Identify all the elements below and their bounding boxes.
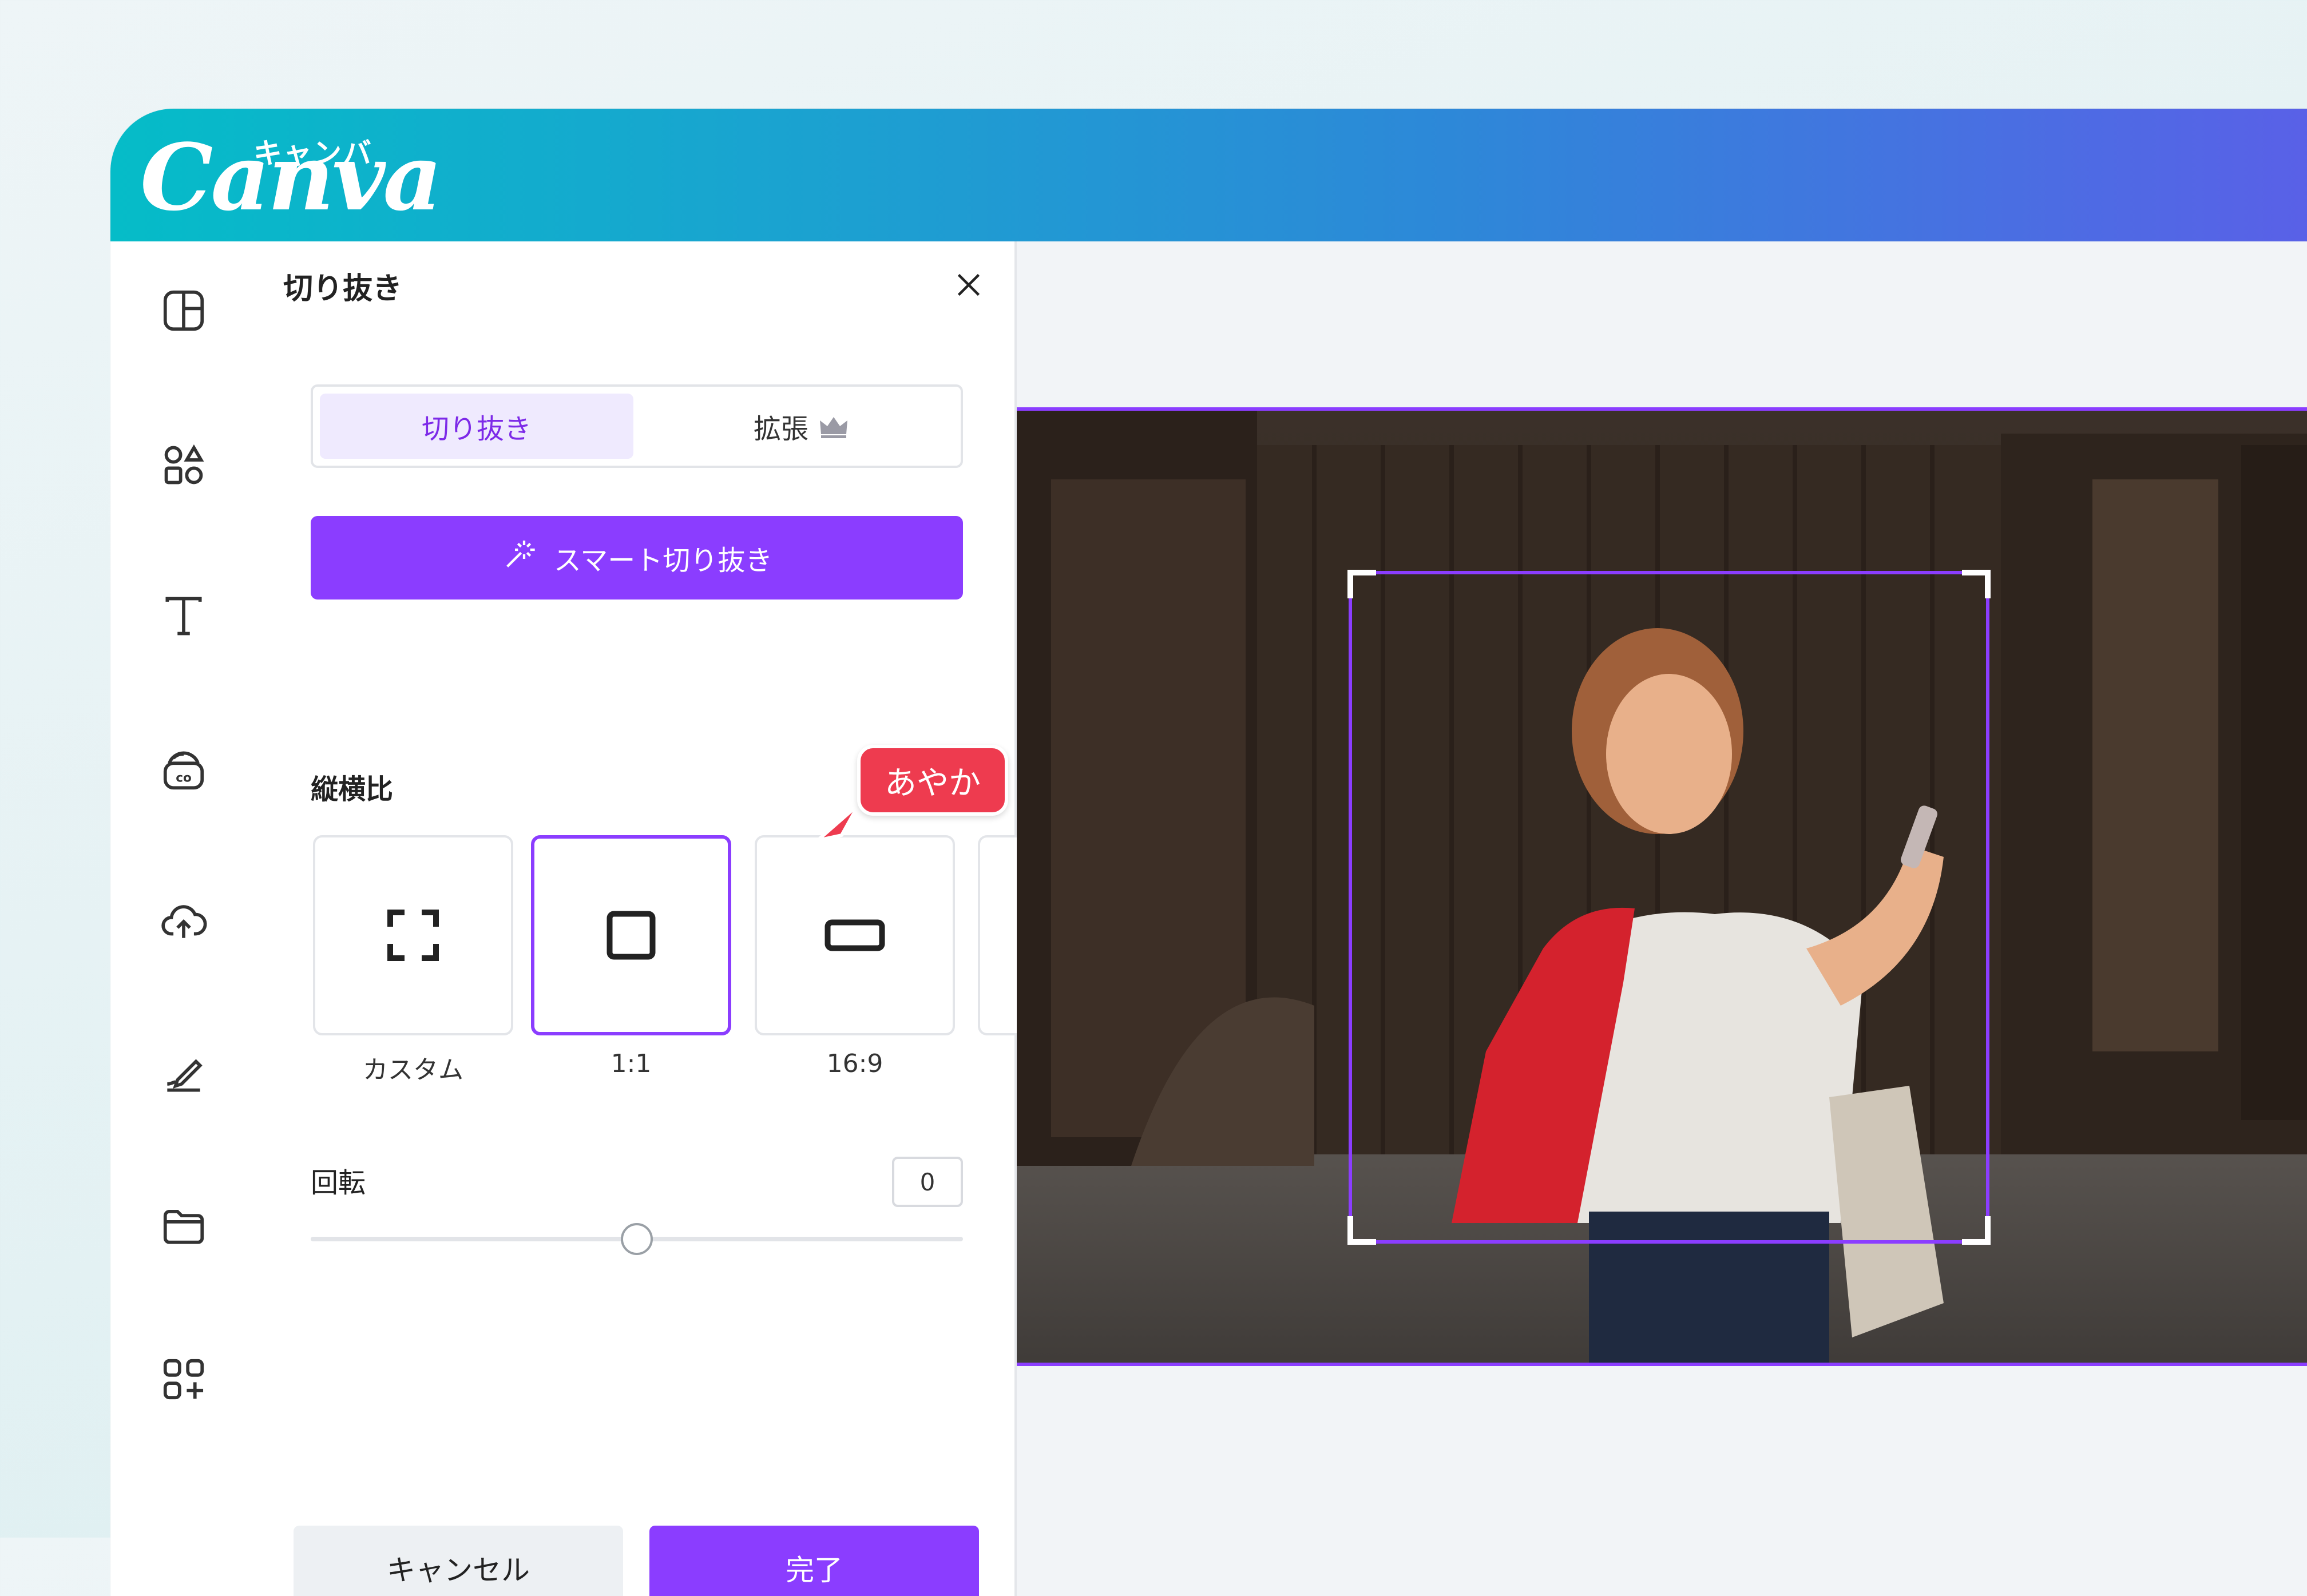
tab-expand[interactable]: 拡張 [645,394,958,459]
tab-crop[interactable]: 切り抜き [320,394,633,459]
rotation-label: 回転 [311,1167,366,1199]
magic-sparkle-icon [501,536,538,579]
crop-handle-top-left[interactable] [1347,570,1376,598]
collaborator-name-tag: あやか [857,745,1008,816]
crop-handle-bottom-right[interactable] [1962,1216,1991,1245]
header-bar: Canva キャンバ [110,109,2307,241]
crop-handle-bottom-left[interactable] [1347,1216,1376,1245]
close-icon[interactable] [952,268,986,302]
collaborator-cursor-icon [814,802,866,848]
custom-ratio-icon [387,910,439,961]
folder-icon[interactable] [159,1201,208,1250]
layout-icon[interactable] [159,286,208,335]
ratio-16-9-label: 16:9 [826,1049,883,1078]
upload-cloud-icon[interactable] [159,897,208,946]
photo-image[interactable] [1017,407,2307,1366]
svg-text:co: co [176,771,192,785]
ratio-custom-card[interactable] [313,835,513,1035]
done-button[interactable]: 完了 [649,1526,979,1596]
smart-crop-label: スマート切り抜き [553,545,773,577]
editor-canvas [1017,241,2307,1596]
crop-frame[interactable] [1347,570,1991,1245]
wide-ratio-icon [825,919,885,951]
square-ratio-icon [607,911,656,960]
app-window: Canva キャンバ co 切り抜き 切り抜き 拡張 スマート切り抜き 縦横比 … [110,109,2307,1596]
tab-expand-label: 拡張 [753,413,808,445]
apps-icon[interactable] [159,1355,208,1404]
ratio-1-1-card[interactable] [531,835,731,1035]
brand-icon[interactable]: co [159,745,208,794]
crop-panel: 切り抜き 切り抜き 拡張 スマート切り抜き 縦横比 カスタム 1:1 16:9 … [253,241,1024,1596]
aspect-ratio-heading: 縦横比 [311,773,394,805]
rotation-input[interactable]: 0 [892,1157,963,1207]
cancel-button[interactable]: キャンセル [294,1526,623,1596]
ratio-16-9-card[interactable] [755,835,955,1035]
ratio-1-1-label: 1:1 [611,1049,652,1078]
smart-crop-button[interactable]: スマート切り抜き [311,516,963,600]
draw-icon[interactable] [159,1049,208,1098]
crop-mode-toggle: 切り抜き 拡張 [311,384,963,468]
crop-handle-top-right[interactable] [1962,570,1991,598]
ratio-custom-label: カスタム [363,1055,463,1085]
panel-title: 切り抜き [283,272,403,306]
rotation-slider-thumb[interactable] [621,1223,653,1255]
canva-logo-kana: キャンバ [253,137,372,170]
elements-icon[interactable] [159,440,208,490]
side-rail: co [110,241,253,1596]
text-icon[interactable] [159,591,208,641]
crown-icon [818,414,850,439]
